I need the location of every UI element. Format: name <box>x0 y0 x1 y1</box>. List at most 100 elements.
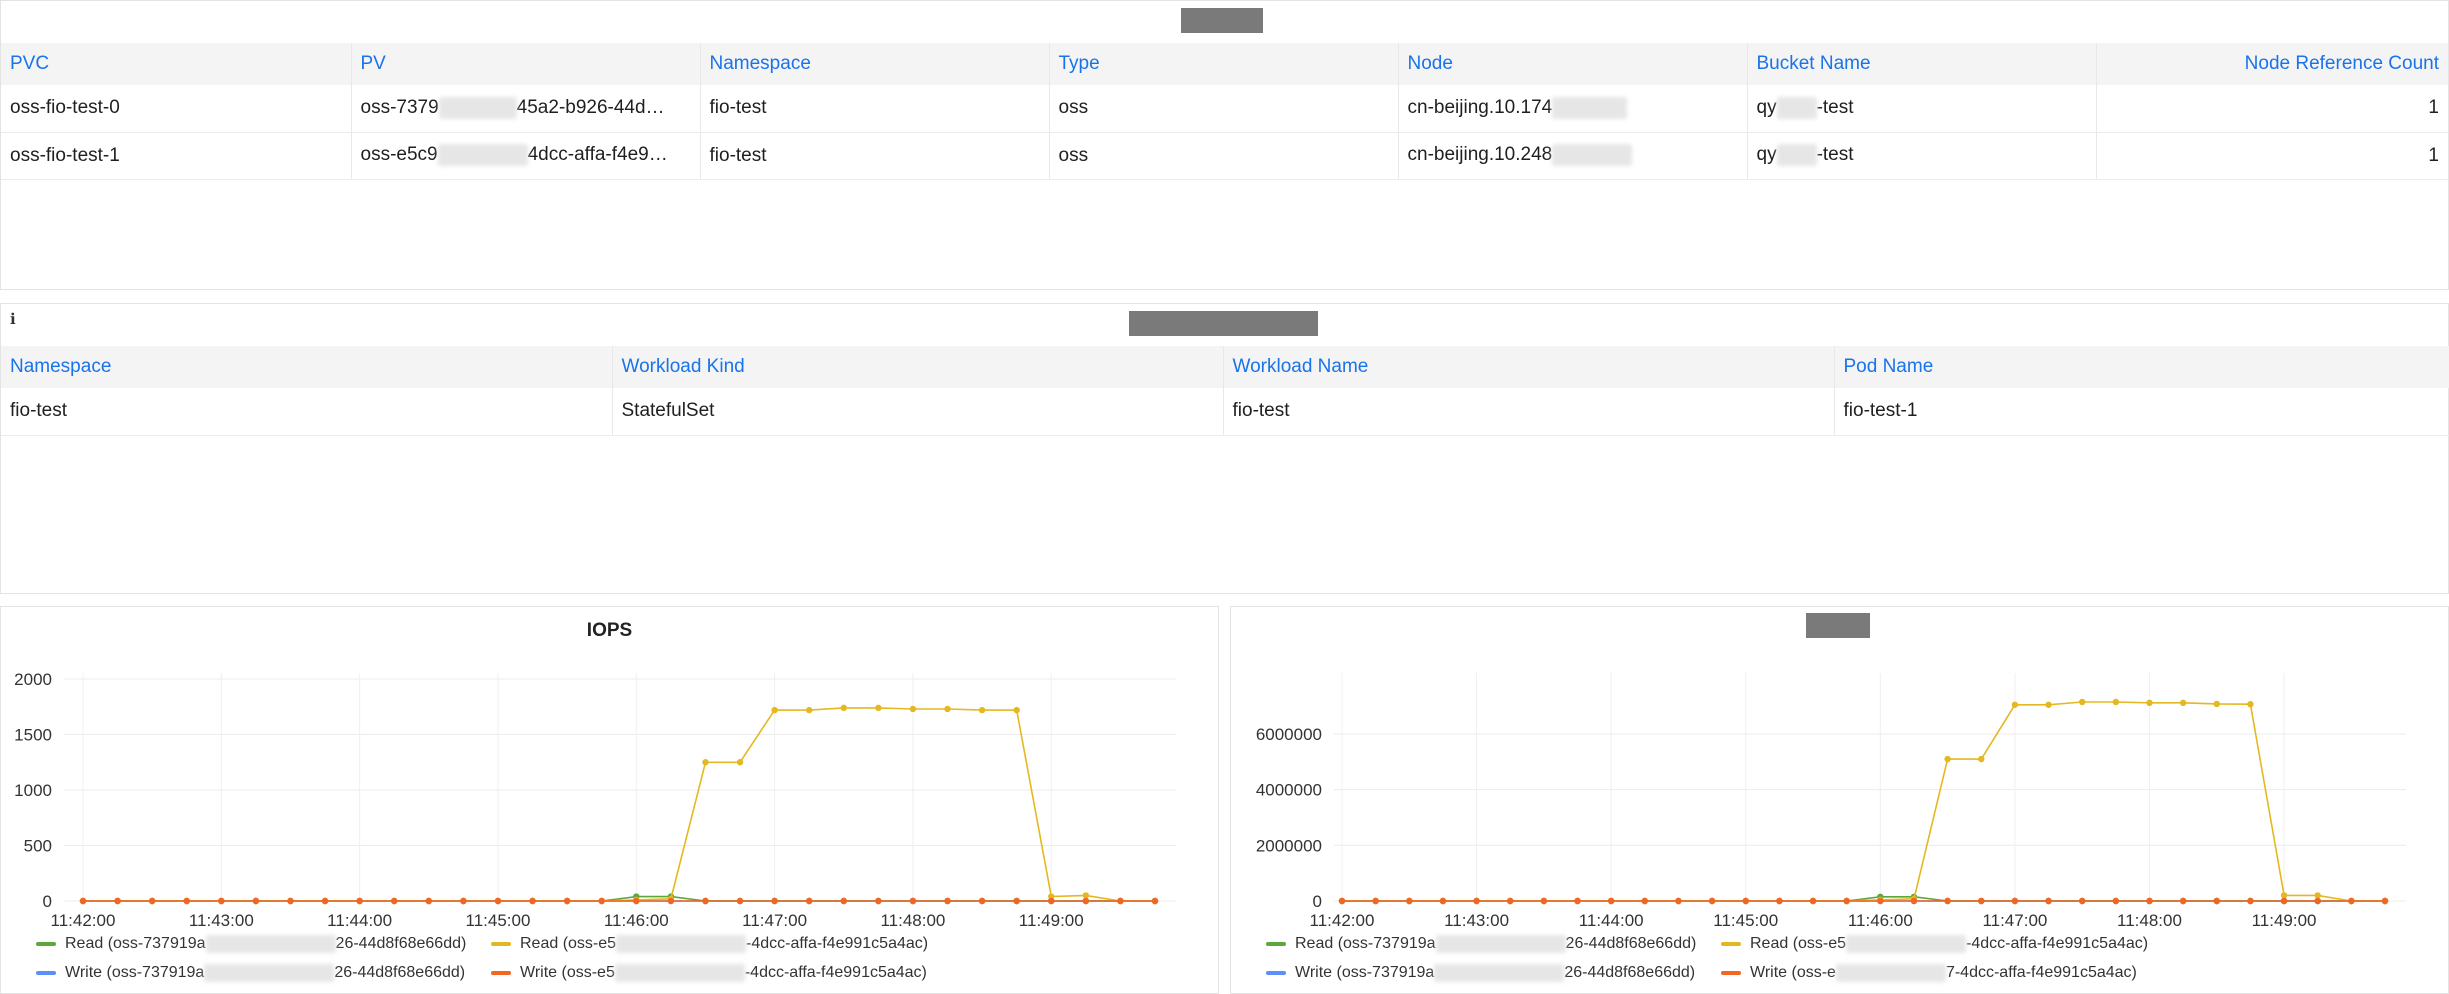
pv-start: oss-7379 <box>360 97 439 119</box>
data-point <box>1372 897 1379 905</box>
data-point <box>2011 897 2019 905</box>
bucket-cell: qy -test <box>1747 132 2097 180</box>
data-point <box>494 897 502 905</box>
data-point <box>1708 897 1716 905</box>
bucket-cell: qy -test <box>1747 85 2097 133</box>
x-tick-label: 11:42:00 <box>51 911 116 930</box>
column-header-pvc[interactable]: PVC <box>1 43 352 85</box>
column-header-pod-name[interactable]: Pod Name <box>1834 346 2449 388</box>
legend-label-end: 26-44d8f68e66dd) <box>1564 964 1696 981</box>
legend-item[interactable]: Write (oss-737919a 26-44d8f68e66dd) <box>1266 964 1695 982</box>
pvc-cell: oss-fio-test-1 <box>1 132 352 180</box>
data-point <box>1013 897 1020 905</box>
legend-item[interactable]: Write (oss-e5 -4dcc-affa-f4e991c5a4ac) <box>491 964 927 982</box>
redacted-text <box>204 964 335 982</box>
data-point <box>2247 701 2254 708</box>
data-point <box>1151 897 1159 905</box>
data-point <box>114 897 121 905</box>
data-point <box>736 897 744 905</box>
legend-item[interactable]: Write (oss-737919a 26-44d8f68e66dd) <box>36 964 465 982</box>
y-tick-label: 0 <box>43 892 52 911</box>
data-point <box>356 897 363 905</box>
data-point <box>2381 897 2389 905</box>
bucket-start: qy <box>1756 97 1777 119</box>
workload-name-cell: fio-test <box>1223 388 1835 436</box>
data-point <box>425 897 433 905</box>
pv-start: oss-e5c9 <box>360 144 438 166</box>
pv-panel: PVC PV Namespace Type Node Bucket Name N… <box>0 0 2449 290</box>
iops-chart-panel: IOPS 0 500 1000 1500 2000 11:42:00 11:43:00 11:… <box>0 606 1219 994</box>
legend-swatch <box>1266 942 1286 946</box>
legend-label-end: 26-44d8f68e66dd) <box>335 935 467 952</box>
pod-name-cell: fio-test-1 <box>1834 388 2449 436</box>
column-header-namespace[interactable]: Namespace <box>700 43 1050 85</box>
data-point <box>1978 897 1985 905</box>
legend-item[interactable]: Read (oss-737919a 26-44d8f68e66dd) <box>1266 935 1696 953</box>
column-header-workload-name[interactable]: Workload Name <box>1223 346 1835 388</box>
legend-label: Write (oss-e <box>1750 964 1836 981</box>
pv-cell: oss-e5c9 4dcc-affa-f4e9… <box>351 132 701 180</box>
column-header-type[interactable]: Type <box>1049 43 1399 85</box>
info-icon[interactable]: ℹ <box>10 310 16 328</box>
legend-label: Read (oss-e5 <box>1750 935 1847 952</box>
legend-swatch <box>36 971 56 975</box>
data-point <box>805 897 813 905</box>
column-header-workload-kind[interactable]: Workload Kind <box>612 346 1224 388</box>
redacted-text <box>1835 964 1946 982</box>
throughput-chart[interactable]: 0 2000000 4000000 6000000 11:42:00 11:43:00 11… <box>1231 607 2449 937</box>
data-point <box>875 897 882 905</box>
legend-label-end: 26-44d8f68e66dd) <box>334 964 466 981</box>
redacted-text <box>437 144 528 167</box>
node-reference-count-cell: 1 <box>2096 85 2448 133</box>
data-point <box>840 897 847 905</box>
redacted-text <box>438 97 517 120</box>
data-point <box>1809 897 1817 905</box>
legend-label: Write (oss-737919a <box>1295 964 1435 981</box>
data-point <box>1507 897 1514 905</box>
legend-swatch <box>1721 971 1741 975</box>
data-point <box>702 759 709 766</box>
data-point <box>875 704 882 712</box>
legend-swatch <box>1266 971 1286 975</box>
redacted-text <box>1552 97 1628 120</box>
bucket-end: -test <box>1816 144 1854 166</box>
legend-item[interactable]: Read (oss-e5 -4dcc-affa-f4e991c5a4ac) <box>1721 935 2148 953</box>
pv-cell: oss-7379 45a2-b926-44d… <box>351 85 701 133</box>
data-point <box>2011 701 2019 708</box>
workload-panel: ℹ Namespace Workload Kind Workload Name … <box>0 303 2449 594</box>
column-header-bucket-name[interactable]: Bucket Name <box>1747 43 2097 85</box>
redacted-panel-title <box>1129 311 1318 336</box>
table-row: fio-test StatefulSet fio-test fio-test-1 <box>1 388 2449 436</box>
column-header-node[interactable]: Node <box>1398 43 1748 85</box>
data-point <box>1607 897 1615 905</box>
legend-item[interactable]: Read (oss-e5 -4dcc-affa-f4e991c5a4ac) <box>491 935 928 953</box>
data-point <box>2348 897 2355 905</box>
data-point <box>391 897 398 905</box>
legend-item[interactable]: Write (oss-e 7-4dcc-affa-f4e991c5a4ac) <box>1721 964 2137 982</box>
data-point <box>2045 701 2052 708</box>
column-header-pv[interactable]: PV <box>351 43 701 85</box>
column-header-node-reference-count[interactable]: Node Reference Count <box>2096 43 2448 85</box>
table-row: oss-fio-test-0 oss-7379 45a2-b926-44d… fi… <box>1 85 2448 133</box>
data-point <box>909 897 917 905</box>
iops-chart[interactable]: 0 500 1000 1500 2000 11:42:00 11:43:00 11:44:00… <box>1 607 1220 937</box>
legend-item[interactable]: Read (oss-737919a 26-44d8f68e66dd) <box>36 935 466 953</box>
data-point <box>79 897 87 905</box>
data-point <box>287 897 294 905</box>
data-point <box>321 897 329 905</box>
legend-swatch <box>36 942 56 946</box>
namespace-cell: fio-test <box>700 85 1050 133</box>
x-tick-label: 11:49:00 <box>2252 911 2317 930</box>
legend-swatch <box>1721 942 1741 946</box>
data-point <box>1406 897 1413 905</box>
column-header-namespace[interactable]: Namespace <box>1 346 613 388</box>
data-point <box>805 706 813 714</box>
data-point <box>702 897 709 905</box>
data-point <box>1641 897 1649 905</box>
x-tick-label: 11:45:00 <box>1713 911 1778 930</box>
data-point <box>1473 897 1480 905</box>
data-point <box>1574 897 1581 905</box>
data-point <box>2314 897 2321 905</box>
legend-label-end: -4dcc-affa-f4e991c5a4ac) <box>1966 935 2149 952</box>
data-point <box>252 897 260 905</box>
